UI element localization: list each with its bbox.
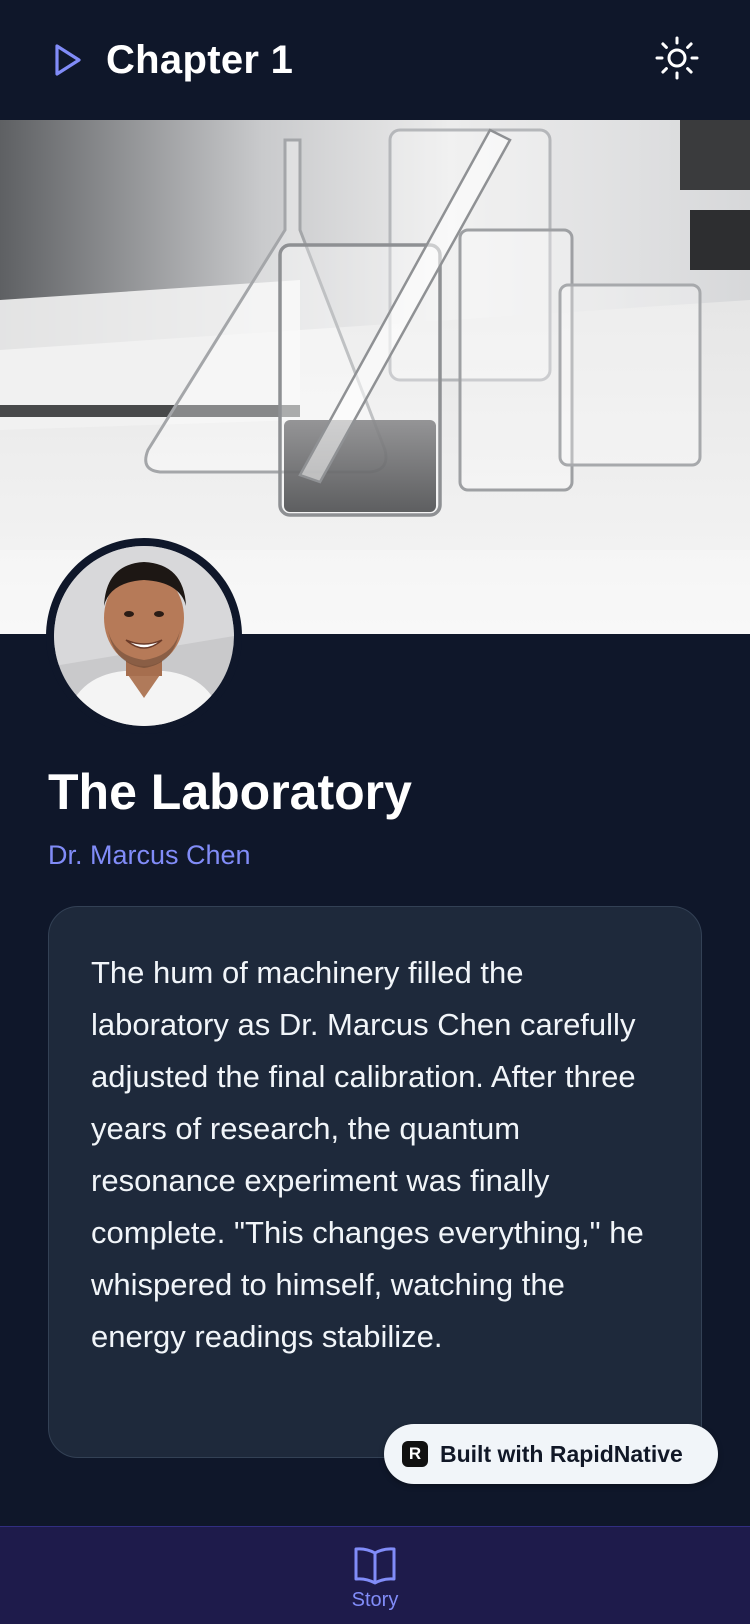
- app-header: Chapter 1: [0, 0, 750, 120]
- badge-label: Built with RapidNative: [440, 1440, 683, 1467]
- rapidnative-logo-icon: R: [402, 1441, 428, 1467]
- play-icon[interactable]: [52, 42, 84, 78]
- story-card: The hum of machinery filled the laborato…: [48, 906, 702, 1458]
- author-avatar: [46, 538, 242, 734]
- theme-toggle-button[interactable]: [652, 35, 702, 85]
- tab-bar: Story: [0, 1526, 750, 1624]
- tab-story-label: Story: [351, 1589, 399, 1611]
- sun-icon: [654, 35, 700, 86]
- author-name: Dr. Marcus Chen: [48, 840, 251, 870]
- open-book-icon: [352, 1545, 398, 1587]
- story-text: The hum of machinery filled the laborato…: [91, 955, 644, 1354]
- story-title: The Laboratory: [48, 764, 412, 820]
- tab-story[interactable]: Story: [325, 1527, 425, 1624]
- chapter-title: Chapter 1: [106, 37, 294, 82]
- built-with-badge[interactable]: R Built with RapidNative: [384, 1424, 718, 1484]
